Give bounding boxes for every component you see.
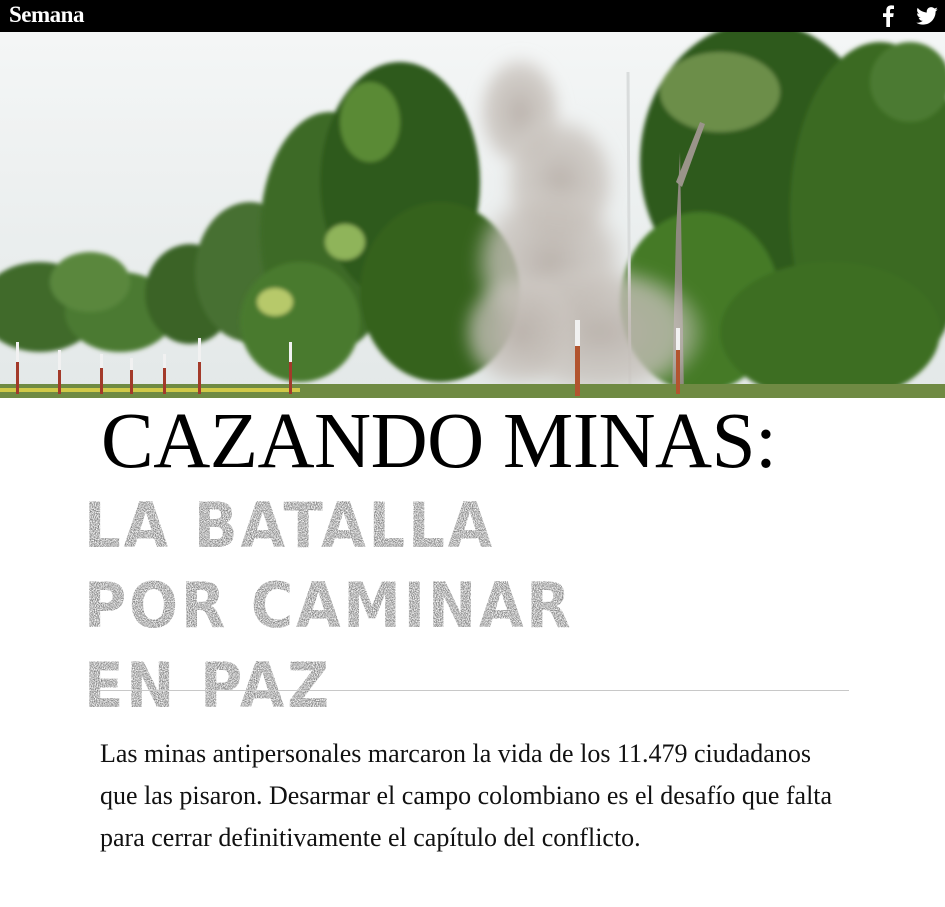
twitter-icon — [916, 7, 938, 25]
section-divider — [100, 690, 849, 691]
top-bar: Semana — [0, 0, 945, 32]
twitter-share-button[interactable] — [914, 3, 940, 29]
article-lead: Las minas antipersonales marcaron la vid… — [100, 739, 833, 852]
facebook-share-button[interactable] — [875, 3, 901, 29]
article-title: CAZANDO MINAS: — [101, 398, 777, 485]
hero-photo — [0, 32, 945, 398]
facebook-icon — [883, 5, 894, 27]
brand-logo[interactable]: Semana — [9, 2, 84, 28]
hero-image — [0, 32, 945, 398]
